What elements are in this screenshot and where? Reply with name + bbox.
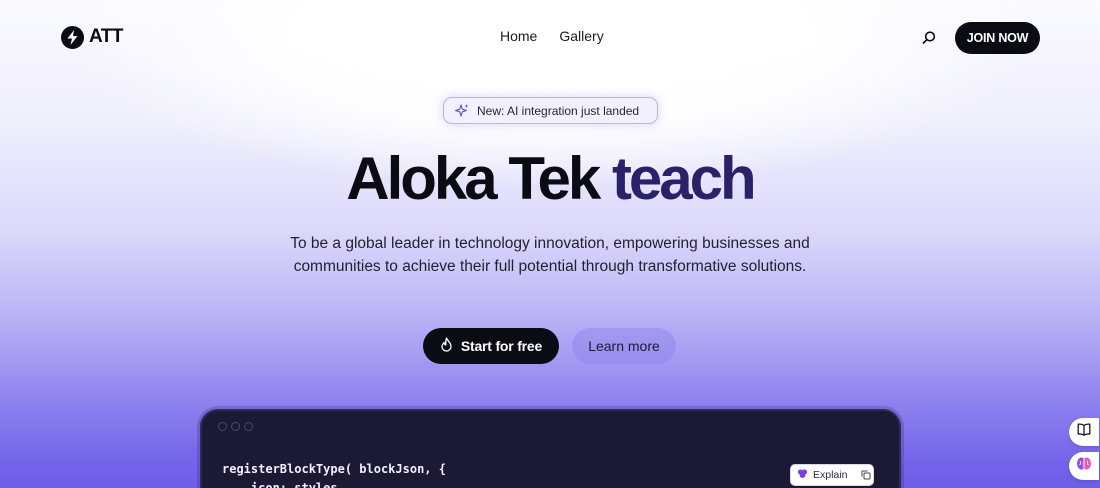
explain-button[interactable]: Explain — [790, 464, 874, 486]
side-book-button[interactable] — [1069, 418, 1099, 446]
code-line: registerBlockType( blockJson, { — [222, 462, 446, 476]
window-dots — [218, 422, 253, 431]
logo-text: ATT — [89, 26, 124, 47]
bolt-icon — [61, 25, 84, 49]
window-dot — [231, 422, 240, 431]
join-now-button[interactable]: JOIN NOW — [955, 22, 1040, 54]
nav-links: Home Gallery — [500, 28, 604, 44]
side-brain-button[interactable] — [1069, 452, 1099, 480]
window-dot — [218, 422, 227, 431]
start-for-free-label: Start for free — [460, 338, 543, 354]
hero-description: To be a global leader in technology inno… — [290, 235, 810, 275]
window-dot — [244, 422, 253, 431]
nav-link-home[interactable]: Home — [500, 28, 537, 44]
nav-link-gallery[interactable]: Gallery — [559, 28, 603, 44]
learn-more-button[interactable]: Learn more — [572, 328, 676, 364]
hero-title-accent: teach — [611, 145, 757, 212]
code-line: icon: styles, — [222, 481, 345, 488]
book-icon — [1077, 423, 1091, 441]
hero-title-main: Aloka Tek — [346, 145, 612, 212]
hero-title: Aloka Tek teach — [0, 144, 1100, 214]
copy-icon[interactable] — [861, 470, 871, 480]
search-icon[interactable] — [921, 30, 937, 46]
badge-text: New: AI integration just landed — [477, 103, 640, 118]
top-nav: ATT Home Gallery JOIN NOW — [0, 0, 1100, 76]
sparkle-icon — [454, 103, 470, 119]
logo[interactable]: ATT — [61, 25, 124, 49]
brain-icon — [797, 468, 808, 482]
code-block: registerBlockType( blockJson, { icon: st… — [222, 460, 446, 488]
start-for-free-button[interactable]: Start for free — [423, 328, 559, 364]
flame-icon — [440, 337, 453, 355]
code-window: registerBlockType( blockJson, { icon: st… — [200, 409, 901, 488]
explain-label: Explain — [813, 469, 848, 481]
brain-icon — [1076, 456, 1092, 476]
announcement-badge[interactable]: New: AI integration just landed — [443, 97, 658, 124]
